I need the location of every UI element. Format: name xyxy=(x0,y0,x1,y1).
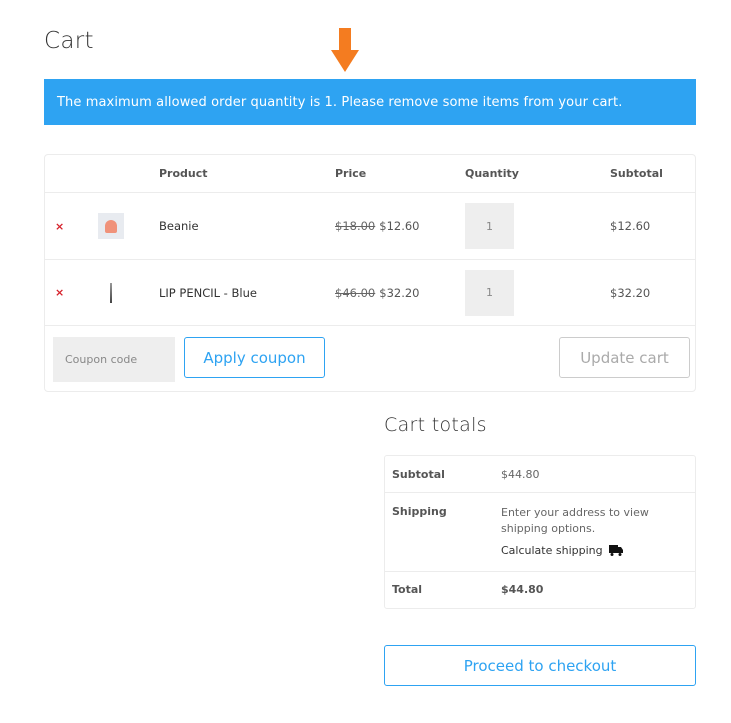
arrow-down-icon xyxy=(331,28,359,72)
column-price: Price xyxy=(335,167,367,180)
lip-pencil-thumbnail[interactable] xyxy=(98,280,124,306)
shipping-label: Shipping xyxy=(392,505,447,518)
shipping-text: Enter your address to view shipping opti… xyxy=(501,506,649,535)
product-name-link[interactable]: LIP PENCIL - Blue xyxy=(159,286,257,300)
update-cart-button[interactable]: Update cart xyxy=(559,337,690,378)
table-row: × Beanie $18.00 $12.60 $12.60 xyxy=(45,193,695,260)
apply-coupon-button[interactable]: Apply coupon xyxy=(184,337,325,378)
column-quantity: Quantity xyxy=(465,167,519,180)
cart-table: Product Price Quantity Subtotal × Beanie… xyxy=(44,154,696,392)
original-price: $18.00 xyxy=(335,219,376,233)
sale-price: $12.60 xyxy=(379,219,420,233)
max-quantity-notice: The maximum allowed order quantity is 1.… xyxy=(44,79,696,125)
cart-totals-title: Cart totals xyxy=(384,414,487,436)
column-product: Product xyxy=(159,167,208,180)
total-row: Total $44.80 xyxy=(385,572,695,608)
subtotal-label: Subtotal xyxy=(392,468,445,481)
shipping-row: Shipping Enter your address to view ship… xyxy=(385,493,695,572)
total-label: Total xyxy=(392,583,423,596)
table-row: × LIP PENCIL - Blue $46.00 $32.20 $32.20 xyxy=(45,260,695,326)
column-subtotal: Subtotal xyxy=(610,167,663,180)
proceed-to-checkout-button[interactable]: Proceed to checkout xyxy=(384,645,696,686)
original-price: $46.00 xyxy=(335,285,376,300)
product-name-link[interactable]: Beanie xyxy=(159,219,199,233)
beanie-thumbnail[interactable] xyxy=(98,213,124,239)
truck-icon xyxy=(608,545,623,556)
page-title: Cart xyxy=(44,28,94,54)
sale-price: $32.20 xyxy=(379,285,420,300)
cart-totals-table: Subtotal $44.80 Shipping Enter your addr… xyxy=(384,455,696,609)
item-subtotal: $32.20 xyxy=(610,285,651,300)
remove-item-icon[interactable]: × xyxy=(55,286,64,299)
subtotal-row: Subtotal $44.80 xyxy=(385,456,695,493)
notice-text: The maximum allowed order quantity is 1.… xyxy=(57,94,623,110)
item-subtotal: $12.60 xyxy=(610,219,651,233)
coupon-code-input[interactable] xyxy=(53,337,175,382)
quantity-input[interactable] xyxy=(465,269,514,316)
remove-item-icon[interactable]: × xyxy=(55,220,64,233)
subtotal-value: $44.80 xyxy=(501,468,540,481)
quantity-input[interactable] xyxy=(465,203,514,249)
calculate-shipping-label: Calculate shipping xyxy=(501,544,603,557)
total-value: $44.80 xyxy=(501,583,544,596)
table-header: Product Price Quantity Subtotal xyxy=(45,155,695,193)
calculate-shipping-link[interactable]: Calculate shipping xyxy=(501,544,623,557)
